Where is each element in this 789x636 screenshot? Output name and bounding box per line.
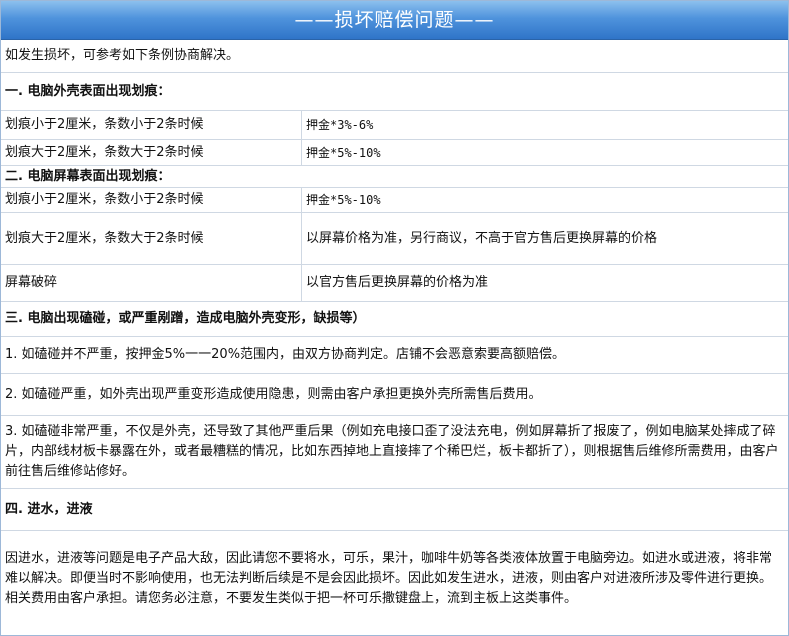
table-row: 划痕小于2厘米，条数小于2条时候 押金*3%-6% [1,111,788,140]
section3-item-3: 3. 如磕碰非常严重，不仅是外壳，还导致了其他严重后果（例如充电接口歪了没法充电… [5,424,779,479]
compensation-cell: 以屏幕价格为准，另行商议，不高于官方售后更换屏幕的价格 [306,230,658,246]
section1-heading-row: 一. 电脑外壳表面出现划痕： [1,73,788,111]
section4-body: 因进水，进液等问题是电子产品大敌，因此请您不要将水，可乐，果汁，咖啡牛奶等各类液… [5,551,773,606]
intro-text: 如发生损坏，可参考如下条例协商解决。 [5,48,240,63]
list-item: 2. 如磕碰严重，如外壳出现严重变形造成使用隐患，则需由客户承担更换外壳所需售后… [1,374,788,416]
section3-heading: 三. 电脑出现磕碰，或严重剐蹭，造成电脑外壳变形，缺损等） [5,311,366,326]
table-row: 划痕大于2厘米，条数大于2条时候 以屏幕价格为准，另行商议，不高于官方售后更换屏… [1,213,788,265]
intro-row: 如发生损坏，可参考如下条例协商解决。 [1,40,788,73]
section4-body-row: 因进水，进液等问题是电子产品大敌，因此请您不要将水，可乐，果汁，咖啡牛奶等各类液… [1,531,788,627]
list-item: 1. 如磕碰并不严重，按押金5%一一20%范围内，由双方协商判定。店铺不会恶意索… [1,337,788,374]
list-item: 3. 如磕碰非常严重，不仅是外壳，还导致了其他严重后果（例如充电接口歪了没法充电… [1,416,788,489]
condition-cell: 划痕小于2厘米，条数小于2条时候 [1,188,302,212]
section2-heading-row: 二. 电脑屏幕表面出现划痕： [1,166,788,188]
compensation-cell: 押金*5%-10% [306,145,381,160]
section2-heading: 二. 电脑屏幕表面出现划痕： [5,168,171,184]
compensation-cell: 押金*3%-6% [306,118,374,132]
compensation-cell: 押金*5%-10% [306,193,381,207]
section3-item-2: 2. 如磕碰严重，如外壳出现严重变形造成使用隐患，则需由客户承担更换外壳所需售后… [5,386,542,402]
table-row: 屏幕破碎 以官方售后更换屏幕的价格为准 [1,265,788,302]
table-row: 划痕大于2厘米，条数大于2条时候 押金*5%-10% [1,140,788,166]
section1-heading: 一. 电脑外壳表面出现划痕： [5,83,171,99]
section4-heading: 四. 进水，进液 [5,501,93,517]
condition-cell: 屏幕破碎 [1,265,302,301]
condition-cell: 划痕小于2厘米，条数小于2条时候 [1,111,302,139]
condition-cell: 划痕大于2厘米，条数大于2条时候 [1,140,302,165]
table-row: 划痕小于2厘米，条数小于2条时候 押金*5%-10% [1,188,788,213]
condition-cell: 划痕大于2厘米，条数大于2条时候 [1,213,302,264]
compensation-cell: 以官方售后更换屏幕的价格为准 [306,275,489,290]
section3-heading-row: 三. 电脑出现磕碰，或严重剐蹭，造成电脑外壳变形，缺损等） [1,302,788,337]
page-title: ——损坏赔偿问题—— [1,1,788,40]
section3-item-1: 1. 如磕碰并不严重，按押金5%一一20%范围内，由双方协商判定。店铺不会恶意索… [5,347,566,362]
damage-compensation-page: ——损坏赔偿问题—— 如发生损坏，可参考如下条例协商解决。 一. 电脑外壳表面出… [0,0,789,636]
section4-heading-row: 四. 进水，进液 [1,489,788,531]
